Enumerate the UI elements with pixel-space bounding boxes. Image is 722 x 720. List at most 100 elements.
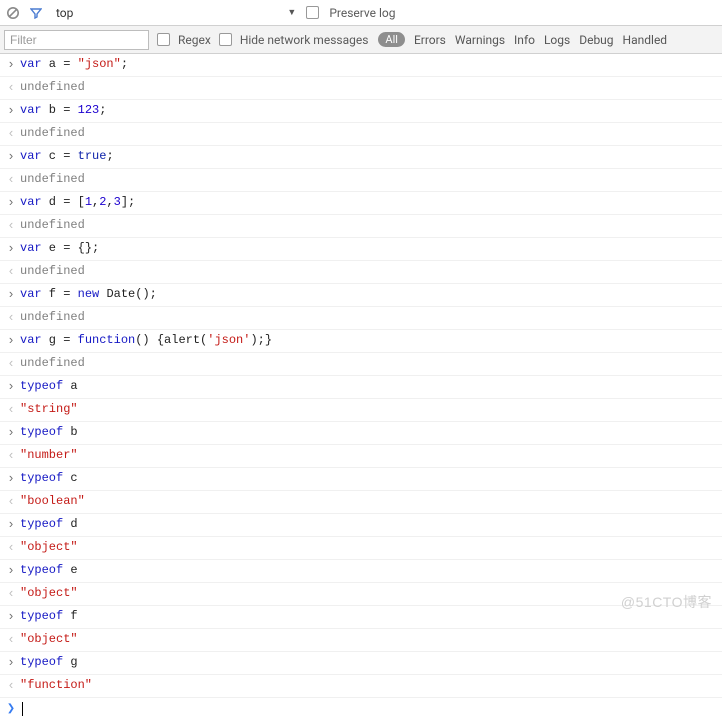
console-line-content[interactable]: var a = "json";	[18, 54, 128, 74]
output-chevron-icon	[4, 123, 18, 145]
output-chevron-icon	[4, 491, 18, 513]
console-output-row: undefined	[0, 123, 722, 146]
input-chevron-icon	[4, 606, 18, 628]
console-output-row: "object"	[0, 583, 722, 606]
console-line-content[interactable]: undefined	[18, 123, 85, 143]
clear-console-icon[interactable]	[6, 6, 20, 20]
watermark: @51CTO博客	[621, 592, 712, 612]
level-warnings[interactable]: Warnings	[455, 33, 505, 47]
execution-context-selector[interactable]: top	[52, 6, 77, 20]
output-chevron-icon	[4, 445, 18, 467]
console-output-row: "boolean"	[0, 491, 722, 514]
console-toolbar-top: top ▼ Preserve log	[0, 0, 722, 26]
output-chevron-icon	[4, 77, 18, 99]
input-chevron-icon	[4, 560, 18, 582]
console-line-content[interactable]: "number"	[18, 445, 78, 465]
console-output-row: undefined	[0, 307, 722, 330]
console-line-content[interactable]: "object"	[18, 583, 78, 603]
preserve-log-label: Preserve log	[329, 6, 395, 20]
console-prompt[interactable]	[0, 698, 722, 720]
level-all[interactable]: All	[378, 32, 405, 47]
hide-network-label: Hide network messages	[240, 33, 369, 47]
console-line-content[interactable]: "function"	[18, 675, 92, 695]
input-chevron-icon	[4, 100, 18, 122]
console-input-row: typeof c	[0, 468, 722, 491]
console-line-content[interactable]: var g = function() {alert('json');}	[18, 330, 272, 350]
console-line-content[interactable]: "string"	[18, 399, 78, 419]
level-logs[interactable]: Logs	[544, 33, 570, 47]
console-output-row: undefined	[0, 261, 722, 284]
input-chevron-icon	[4, 376, 18, 398]
console-input-row: var c = true;	[0, 146, 722, 169]
console-output-row: "object"	[0, 537, 722, 560]
input-chevron-icon	[4, 146, 18, 168]
console-line-content[interactable]: undefined	[18, 77, 85, 97]
console-line-content[interactable]: var e = {};	[18, 238, 99, 258]
output-chevron-icon	[4, 215, 18, 237]
console-line-content[interactable]: typeof a	[18, 376, 78, 396]
console-input-row: typeof b	[0, 422, 722, 445]
console-output-row: undefined	[0, 169, 722, 192]
console-line-content[interactable]: typeof e	[18, 560, 78, 580]
console-input-row: typeof e	[0, 560, 722, 583]
console-output-row: "function"	[0, 675, 722, 698]
console-line-content[interactable]: undefined	[18, 215, 85, 235]
input-chevron-icon	[4, 514, 18, 536]
console-input-row: var f = new Date();	[0, 284, 722, 307]
console-line-content[interactable]: typeof c	[18, 468, 78, 488]
level-info[interactable]: Info	[514, 33, 535, 47]
console-output-row: undefined	[0, 353, 722, 376]
level-debug[interactable]: Debug	[579, 33, 613, 47]
console-line-content[interactable]: typeof f	[18, 606, 78, 626]
preserve-log-checkbox[interactable]	[306, 6, 319, 19]
level-errors[interactable]: Errors	[414, 33, 446, 47]
hide-network-checkbox[interactable]	[219, 33, 232, 46]
console-line-content[interactable]: undefined	[18, 261, 85, 281]
input-chevron-icon	[4, 422, 18, 444]
output-chevron-icon	[4, 537, 18, 559]
console-input-row: var a = "json";	[0, 54, 722, 77]
log-level-filters: All Errors Warnings Info Logs Debug Hand…	[378, 32, 667, 47]
output-chevron-icon	[4, 399, 18, 421]
level-handled[interactable]: Handled	[623, 33, 668, 47]
console-input-row: var b = 123;	[0, 100, 722, 123]
console-line-content[interactable]: var f = new Date();	[18, 284, 157, 304]
console-line-content[interactable]: "object"	[18, 537, 78, 557]
input-chevron-icon	[4, 238, 18, 260]
console-toolbar-filters: Regex Hide network messages All Errors W…	[0, 26, 722, 54]
regex-checkbox[interactable]	[157, 33, 170, 46]
console-line-content[interactable]: var b = 123;	[18, 100, 106, 120]
prompt-chevron-icon	[4, 699, 18, 719]
console-line-content[interactable]: var d = [1,2,3];	[18, 192, 135, 212]
filter-icon[interactable]	[30, 7, 42, 19]
console-line-content[interactable]: var c = true;	[18, 146, 114, 166]
console-input-row: var e = {};	[0, 238, 722, 261]
input-chevron-icon	[4, 330, 18, 352]
input-chevron-icon	[4, 192, 18, 214]
filter-input[interactable]	[4, 30, 149, 50]
context-caret-icon[interactable]: ▼	[287, 7, 296, 18]
console-line-content[interactable]: "boolean"	[18, 491, 85, 511]
output-chevron-icon	[4, 307, 18, 329]
console-line-content[interactable]: undefined	[18, 307, 85, 327]
console-output-row: undefined	[0, 215, 722, 238]
output-chevron-icon	[4, 353, 18, 375]
console-input-row: typeof a	[0, 376, 722, 399]
text-caret	[22, 702, 23, 716]
regex-label: Regex	[178, 33, 211, 47]
console-output-row: "string"	[0, 399, 722, 422]
input-chevron-icon	[4, 284, 18, 306]
console-output-row: undefined	[0, 77, 722, 100]
console-line-content[interactable]: typeof b	[18, 422, 78, 442]
output-chevron-icon	[4, 675, 18, 697]
console-line-content[interactable]: typeof d	[18, 514, 78, 534]
input-chevron-icon	[4, 652, 18, 674]
console-line-content[interactable]: undefined	[18, 353, 85, 373]
console-line-content[interactable]: undefined	[18, 169, 85, 189]
console-line-content[interactable]: typeof g	[18, 652, 78, 672]
console-input-row: var g = function() {alert('json');}	[0, 330, 722, 353]
console-input-row: var d = [1,2,3];	[0, 192, 722, 215]
console-log-area: var a = "json"; undefined var b = 123; unde…	[0, 54, 722, 698]
output-chevron-icon	[4, 169, 18, 191]
console-line-content[interactable]: "object"	[18, 629, 78, 649]
